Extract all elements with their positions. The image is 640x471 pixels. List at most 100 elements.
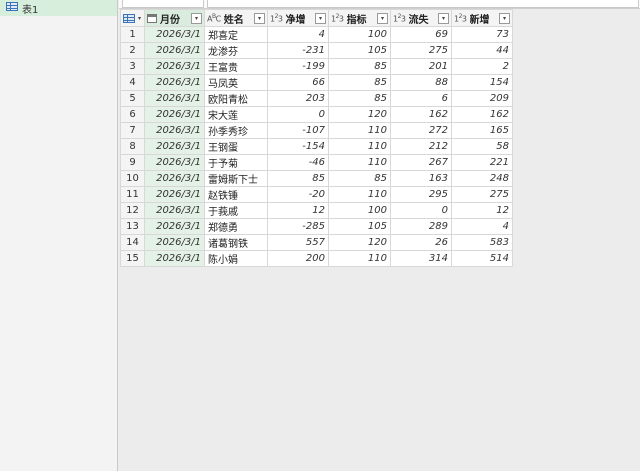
cell-target[interactable]: 110 bbox=[328, 138, 391, 155]
cell-net[interactable]: 200 bbox=[267, 250, 329, 267]
column-header-new[interactable]: 123 新增 ▾ bbox=[451, 9, 513, 27]
cell-target[interactable]: 110 bbox=[328, 250, 391, 267]
row-number[interactable]: 15 bbox=[120, 250, 145, 267]
cell-loss[interactable]: 69 bbox=[390, 26, 452, 43]
cell-target[interactable]: 110 bbox=[328, 122, 391, 139]
cell-net[interactable]: -46 bbox=[267, 154, 329, 171]
filter-dropdown-icon[interactable]: ▾ bbox=[438, 12, 449, 24]
cell-loss[interactable]: 289 bbox=[390, 218, 452, 235]
table-row[interactable]: 7 2026/3/1 孙季秀珍 -107 110 272 165 bbox=[120, 122, 513, 139]
cell-net[interactable]: -285 bbox=[267, 218, 329, 235]
cell-name[interactable]: 宋大莲 bbox=[204, 106, 268, 123]
row-number[interactable]: 8 bbox=[120, 138, 145, 155]
cell-loss[interactable]: 162 bbox=[390, 106, 452, 123]
cell-net[interactable]: 66 bbox=[267, 74, 329, 91]
cell-target[interactable]: 85 bbox=[328, 90, 391, 107]
cell-name[interactable]: 于莪戚 bbox=[204, 202, 268, 219]
cell-net[interactable]: 203 bbox=[267, 90, 329, 107]
row-number[interactable]: 1 bbox=[120, 26, 145, 43]
cell-month[interactable]: 2026/3/1 bbox=[144, 154, 205, 171]
row-number[interactable]: 7 bbox=[120, 122, 145, 139]
cell-net[interactable]: 85 bbox=[267, 170, 329, 187]
table-row[interactable]: 5 2026/3/1 欧阳青松 203 85 6 209 bbox=[120, 90, 513, 107]
cell-name[interactable]: 马凤英 bbox=[204, 74, 268, 91]
cell-loss[interactable]: 26 bbox=[390, 234, 452, 251]
cell-loss[interactable]: 163 bbox=[390, 170, 452, 187]
cell-new[interactable]: 275 bbox=[451, 186, 513, 203]
cell-new[interactable]: 2 bbox=[451, 58, 513, 75]
cell-new[interactable]: 165 bbox=[451, 122, 513, 139]
filter-dropdown-icon[interactable]: ▾ bbox=[191, 12, 202, 24]
table-row[interactable]: 6 2026/3/1 宋大莲 0 120 162 162 bbox=[120, 106, 513, 123]
cell-new[interactable]: 4 bbox=[451, 218, 513, 235]
cell-name[interactable]: 王富贵 bbox=[204, 58, 268, 75]
cell-new[interactable]: 162 bbox=[451, 106, 513, 123]
cell-name[interactable]: 郑喜定 bbox=[204, 26, 268, 43]
cell-loss[interactable]: 295 bbox=[390, 186, 452, 203]
cell-month[interactable]: 2026/3/1 bbox=[144, 122, 205, 139]
cell-target[interactable]: 110 bbox=[328, 186, 391, 203]
table-row[interactable]: 13 2026/3/1 郑德勇 -285 105 289 4 bbox=[120, 218, 513, 235]
cell-month[interactable]: 2026/3/1 bbox=[144, 74, 205, 91]
table-row[interactable]: 8 2026/3/1 王钢蛋 -154 110 212 58 bbox=[120, 138, 513, 155]
table-row[interactable]: 1 2026/3/1 郑喜定 4 100 69 73 bbox=[120, 26, 513, 43]
table-row[interactable]: 2 2026/3/1 龙渗芬 -231 105 275 44 bbox=[120, 42, 513, 59]
cell-month[interactable]: 2026/3/1 bbox=[144, 106, 205, 123]
cell-month[interactable]: 2026/3/1 bbox=[144, 218, 205, 235]
row-number[interactable]: 10 bbox=[120, 170, 145, 187]
cell-name[interactable]: 雷姆斯下士 bbox=[204, 170, 268, 187]
cell-new[interactable]: 583 bbox=[451, 234, 513, 251]
cell-month[interactable]: 2026/3/1 bbox=[144, 58, 205, 75]
cell-net[interactable]: -231 bbox=[267, 42, 329, 59]
cell-new[interactable]: 12 bbox=[451, 202, 513, 219]
formula-input[interactable] bbox=[207, 0, 639, 8]
table-row[interactable]: 9 2026/3/1 于予菊 -46 110 267 221 bbox=[120, 154, 513, 171]
cell-month[interactable]: 2026/3/1 bbox=[144, 186, 205, 203]
cell-name[interactable]: 赵铁锤 bbox=[204, 186, 268, 203]
column-header-name[interactable]: ABC 姓名 ▾ bbox=[204, 9, 268, 27]
row-number[interactable]: 5 bbox=[120, 90, 145, 107]
cell-loss[interactable]: 267 bbox=[390, 154, 452, 171]
cell-loss[interactable]: 314 bbox=[390, 250, 452, 267]
cell-new[interactable]: 221 bbox=[451, 154, 513, 171]
cell-month[interactable]: 2026/3/1 bbox=[144, 90, 205, 107]
query-item-table1[interactable]: 表1 bbox=[0, 0, 117, 16]
cell-new[interactable]: 58 bbox=[451, 138, 513, 155]
cell-net[interactable]: 12 bbox=[267, 202, 329, 219]
cell-name[interactable]: 郑德勇 bbox=[204, 218, 268, 235]
cell-net[interactable]: -154 bbox=[267, 138, 329, 155]
cell-name[interactable]: 陈小娟 bbox=[204, 250, 268, 267]
cell-net[interactable]: 557 bbox=[267, 234, 329, 251]
row-number[interactable]: 11 bbox=[120, 186, 145, 203]
cell-month[interactable]: 2026/3/1 bbox=[144, 234, 205, 251]
cell-month[interactable]: 2026/3/1 bbox=[144, 170, 205, 187]
row-number[interactable]: 9 bbox=[120, 154, 145, 171]
row-number[interactable]: 13 bbox=[120, 218, 145, 235]
row-number[interactable]: 2 bbox=[120, 42, 145, 59]
cell-name[interactable]: 龙渗芬 bbox=[204, 42, 268, 59]
cell-net[interactable]: -107 bbox=[267, 122, 329, 139]
table-menu-button[interactable]: ▾ bbox=[120, 9, 145, 27]
cell-new[interactable]: 209 bbox=[451, 90, 513, 107]
cell-month[interactable]: 2026/3/1 bbox=[144, 26, 205, 43]
column-header-target[interactable]: 123 指标 ▾ bbox=[328, 9, 391, 27]
cell-new[interactable]: 44 bbox=[451, 42, 513, 59]
row-number[interactable]: 14 bbox=[120, 234, 145, 251]
table-row[interactable]: 14 2026/3/1 诸葛钢铁 557 120 26 583 bbox=[120, 234, 513, 251]
filter-dropdown-icon[interactable]: ▾ bbox=[254, 12, 265, 24]
table-row[interactable]: 4 2026/3/1 马凤英 66 85 88 154 bbox=[120, 74, 513, 91]
cell-target[interactable]: 100 bbox=[328, 26, 391, 43]
cell-loss[interactable]: 275 bbox=[390, 42, 452, 59]
cell-loss[interactable]: 6 bbox=[390, 90, 452, 107]
cell-month[interactable]: 2026/3/1 bbox=[144, 202, 205, 219]
cell-target[interactable]: 85 bbox=[328, 58, 391, 75]
cell-name[interactable]: 王钢蛋 bbox=[204, 138, 268, 155]
cell-net[interactable]: 4 bbox=[267, 26, 329, 43]
cell-new[interactable]: 248 bbox=[451, 170, 513, 187]
filter-dropdown-icon[interactable]: ▾ bbox=[499, 12, 510, 24]
cell-target[interactable]: 110 bbox=[328, 154, 391, 171]
cell-new[interactable]: 154 bbox=[451, 74, 513, 91]
cell-loss[interactable]: 88 bbox=[390, 74, 452, 91]
cell-target[interactable]: 120 bbox=[328, 234, 391, 251]
table-row[interactable]: 10 2026/3/1 雷姆斯下士 85 85 163 248 bbox=[120, 170, 513, 187]
